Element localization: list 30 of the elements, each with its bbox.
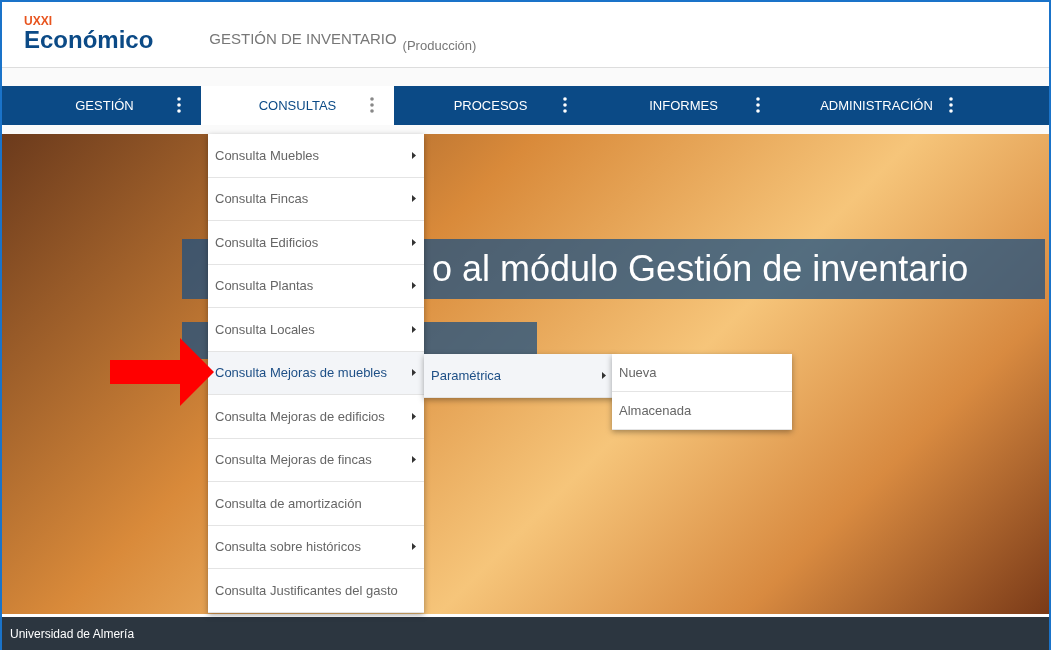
menu-item[interactable]: Almacenada — [612, 392, 792, 430]
menu-item[interactable]: Consulta Mejoras de muebles — [208, 351, 424, 395]
menu-item[interactable]: Consulta sobre históricos — [208, 525, 424, 569]
banner-title: o al módulo Gestión de inventario — [432, 248, 969, 290]
menu-item[interactable]: Nueva — [612, 354, 792, 392]
brand-name: Económico — [24, 27, 154, 53]
nav-tab[interactable]: PROCESOS — [453, 98, 528, 113]
more-icon[interactable] — [756, 97, 760, 113]
environment-label: (Producción) — [402, 38, 477, 53]
menu-item[interactable]: Consulta Muebles — [208, 134, 424, 178]
menu-item[interactable]: Consulta de amortización — [208, 482, 424, 526]
menu-item[interactable]: Consulta Mejoras de edificios — [208, 395, 424, 439]
nav-tab[interactable]: ADMINISTRACIÓN — [820, 98, 933, 113]
nav-tab[interactable]: CONSULTAS — [258, 98, 337, 113]
menu-item[interactable]: Consulta Plantas — [208, 264, 424, 308]
more-icon[interactable] — [949, 97, 953, 113]
menu-item[interactable]: Consulta Edificios — [208, 221, 424, 265]
nav-tab[interactable]: INFORMES — [649, 98, 718, 113]
arrow-icon — [110, 338, 214, 406]
menu-item[interactable]: Consulta Justificantes del gasto — [208, 569, 424, 613]
menu-item[interactable]: Paramétrica — [424, 354, 614, 398]
more-icon[interactable] — [177, 97, 181, 113]
menu-item[interactable]: Consulta Mejoras de fincas — [208, 438, 424, 482]
module-title: GESTIÓN DE INVENTARIO — [209, 30, 397, 47]
more-icon[interactable] — [563, 97, 567, 113]
nav-tab[interactable]: GESTIÓN — [75, 98, 134, 113]
footer-text: Universidad de Almería — [10, 626, 135, 641]
menu-item[interactable]: Consulta Locales — [208, 308, 424, 352]
brand-tag: UXXI — [24, 15, 154, 27]
menu-item[interactable]: Consulta Fincas — [208, 177, 424, 221]
